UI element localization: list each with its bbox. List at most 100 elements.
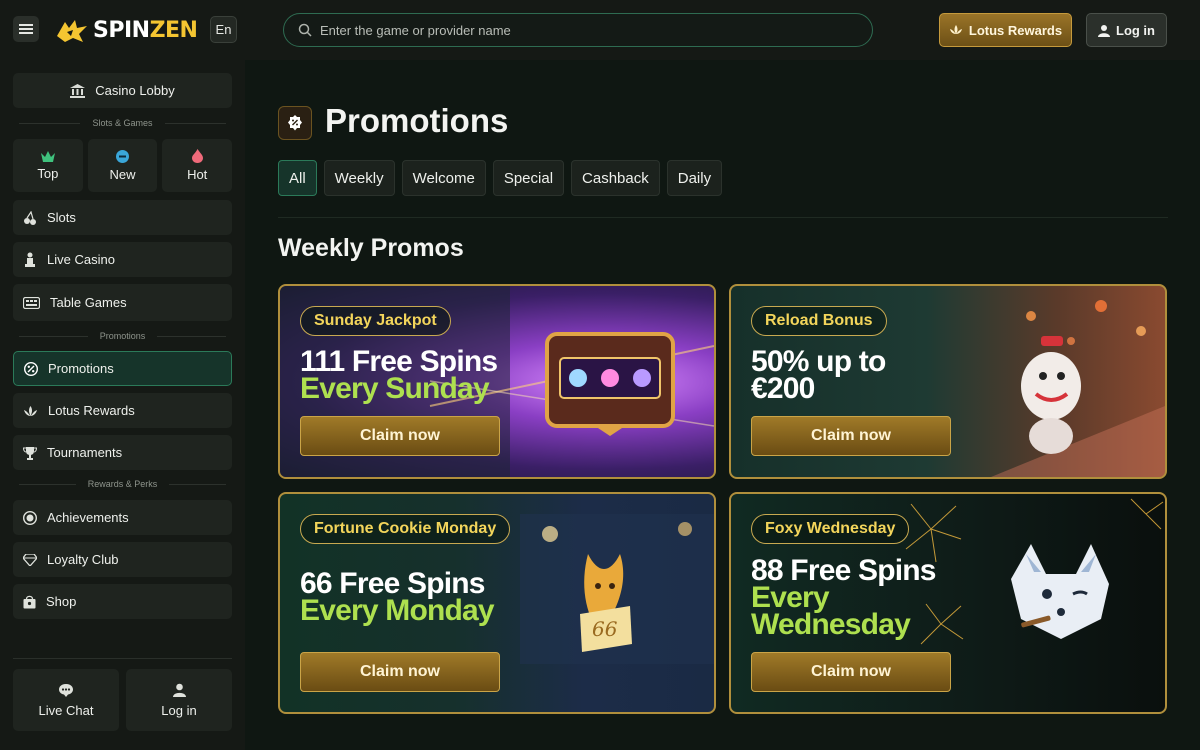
- cards-table-icon: [23, 296, 40, 309]
- promo-subheadline: Every Sunday: [300, 372, 490, 405]
- sidebar-divider: [13, 658, 232, 659]
- live-chat-label: Live Chat: [38, 702, 94, 718]
- promo-card-reload-bonus[interactable]: Reload Bonus 50% up to €200 Claim now: [729, 284, 1167, 479]
- tab-cashback[interactable]: Cashback: [571, 160, 660, 196]
- search-input[interactable]: [320, 22, 840, 38]
- search-icon: [298, 23, 312, 37]
- live-chat-button[interactable]: Live Chat: [13, 669, 119, 731]
- user-icon: [172, 683, 186, 697]
- casino-building-icon: [70, 83, 86, 98]
- main-content: Promotions All Weekly Welcome Special Ca…: [245, 60, 1200, 750]
- sidebar-bottom-actions: Live Chat Log in: [13, 669, 232, 731]
- flame-icon: [191, 149, 203, 163]
- section-label-promotions: Promotions: [13, 330, 232, 342]
- promo-subheadline: €200: [751, 372, 815, 405]
- promo-badge: Fortune Cookie Monday: [300, 514, 511, 544]
- promo-card-foxy-wednesday[interactable]: Foxy Wednesday 88 Free Spins Every Wedne…: [729, 492, 1167, 714]
- promo-tabs: All Weekly Welcome Special Cashback Dail…: [278, 160, 723, 196]
- tab-special[interactable]: Special: [492, 160, 565, 196]
- content-divider: [278, 217, 1168, 218]
- sidebar-item-lotus-rewards[interactable]: Lotus Rewards: [13, 393, 232, 428]
- sidebar-item-label: Lotus Rewards: [48, 403, 135, 418]
- logo-text-main: SPIN: [93, 17, 150, 43]
- sidebar-item-shop[interactable]: Shop: [13, 584, 232, 619]
- promo-subheadline: Every: [751, 581, 830, 614]
- sidebar: Casino Lobby Slots & Games Top New Hot S…: [0, 60, 245, 750]
- logo-text-accent: ZEN: [149, 17, 198, 43]
- menu-button[interactable]: [13, 16, 39, 42]
- quick-label: New: [109, 166, 136, 182]
- cookie-number-text: 66: [592, 617, 618, 641]
- spinzen-logo[interactable]: SPINZEN: [55, 14, 198, 46]
- sidebar-login-label: Log in: [161, 702, 197, 718]
- sidebar-item-slots[interactable]: Slots: [13, 200, 232, 235]
- claim-now-button[interactable]: Claim now: [751, 416, 951, 456]
- sidebar-item-achievements[interactable]: Achievements: [13, 500, 232, 535]
- header-login-button[interactable]: Log in: [1086, 13, 1167, 47]
- diamond-icon: [23, 553, 37, 566]
- top-header: SPINZEN En Lotus Rewards Log in: [0, 0, 1200, 60]
- sidebar-item-promotions[interactable]: Promotions: [13, 351, 232, 386]
- sidebar-item-label: Live Casino: [47, 252, 115, 267]
- cherries-icon: [24, 210, 36, 225]
- promo-subheadline-2: Wednesday: [751, 608, 911, 641]
- dealer-icon: [25, 252, 35, 267]
- quick-label: Top: [37, 165, 59, 181]
- tab-daily[interactable]: Daily: [666, 160, 723, 196]
- sidebar-item-table-games[interactable]: Table Games: [13, 284, 232, 321]
- section-label-slots-games: Slots & Games: [13, 117, 232, 129]
- claim-now-button[interactable]: Claim now: [300, 416, 500, 456]
- sidebar-item-label: Slots: [47, 210, 76, 225]
- section-label-rewards-perks: Rewards & Perks: [13, 478, 232, 490]
- tab-weekly[interactable]: Weekly: [323, 160, 395, 196]
- new-badge-icon: [116, 149, 129, 163]
- header-login-label: Log in: [1116, 22, 1155, 38]
- hamburger-icon: [19, 24, 33, 34]
- claim-now-button[interactable]: Claim now: [751, 652, 951, 692]
- page-title: Promotions: [325, 102, 509, 139]
- search-bar[interactable]: [283, 13, 873, 47]
- promo-card-fortune-cookie-monday[interactable]: 66 Fortune Cookie Monday 66 Free Spins E…: [278, 492, 716, 714]
- sidebar-item-loyalty-club[interactable]: Loyalty Club: [13, 542, 232, 577]
- sidebar-login-button[interactable]: Log in: [126, 669, 232, 731]
- sidebar-item-label: Loyalty Club: [47, 552, 119, 567]
- sidebar-item-tournaments[interactable]: Tournaments: [13, 435, 232, 470]
- tab-all[interactable]: All: [278, 160, 317, 196]
- sidebar-item-casino-lobby[interactable]: Casino Lobby: [13, 73, 232, 108]
- sidebar-item-label: Tournaments: [47, 445, 123, 460]
- promo-headline: 50% up to: [751, 345, 886, 378]
- sidebar-item-label: Promotions: [48, 361, 114, 376]
- chat-icon: [59, 683, 73, 697]
- promo-badge: Reload Bonus: [751, 306, 887, 336]
- promo-badge: Foxy Wednesday: [751, 514, 910, 544]
- quick-label: Hot: [187, 167, 208, 182]
- quick-hot[interactable]: Hot: [162, 139, 233, 192]
- trophy-icon: [23, 446, 37, 460]
- sidebar-item-label: Shop: [46, 594, 77, 609]
- promo-icon: [24, 361, 38, 376]
- lotus-icon: [24, 405, 37, 416]
- promo-badge: Sunday Jackpot: [300, 306, 451, 336]
- lotus-rewards-label: Lotus Rewards: [968, 22, 1063, 38]
- quick-filters: Top New Hot: [13, 139, 233, 192]
- medal-icon: [23, 510, 37, 525]
- fox-logo-icon: [57, 20, 87, 42]
- quick-top[interactable]: Top: [13, 139, 83, 192]
- language-selector[interactable]: En: [210, 16, 237, 43]
- claim-now-button[interactable]: Claim now: [300, 652, 500, 692]
- promo-headline: 111 Free Spins: [300, 345, 498, 378]
- page-title-icon: [278, 106, 312, 140]
- shop-icon: [23, 595, 36, 608]
- promo-subheadline: Every Monday: [300, 594, 495, 627]
- section-title-weekly-promos: Weekly Promos: [278, 234, 464, 262]
- promo-icon: [288, 115, 302, 131]
- sidebar-item-live-casino[interactable]: Live Casino: [13, 242, 232, 277]
- user-icon: [1098, 24, 1110, 37]
- crown-icon: [40, 150, 55, 162]
- sidebar-item-label: Casino Lobby: [95, 83, 175, 98]
- quick-new[interactable]: New: [87, 139, 158, 192]
- lotus-rewards-button[interactable]: Lotus Rewards: [939, 13, 1072, 47]
- sidebar-item-label: Achievements: [47, 510, 129, 525]
- tab-welcome[interactable]: Welcome: [401, 160, 486, 196]
- promo-card-sunday-jackpot[interactable]: Sunday Jackpot 111 Free Spins Every Sund…: [278, 284, 716, 479]
